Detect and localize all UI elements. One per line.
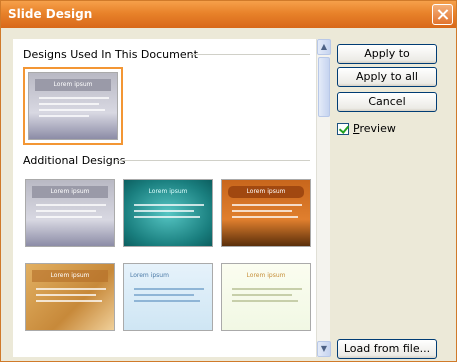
thumbnail-title: Lorem ipsum — [148, 188, 188, 195]
text-line — [36, 216, 102, 218]
thumbnail-title: Lorem ipsum — [228, 186, 304, 198]
section-heading-additional: Additional Designs — [23, 154, 126, 167]
scrollbar-thumb[interactable] — [318, 57, 330, 117]
title-bar: Slide Design — [1, 1, 456, 28]
design-thumbnail[interactable]: Lorem ipsum — [221, 179, 311, 247]
design-thumbnail[interactable]: Lorem ipsum — [25, 179, 115, 247]
text-line — [36, 210, 96, 212]
text-line — [39, 109, 105, 111]
thumbnail-title: Lorem ipsum — [32, 186, 108, 198]
window-title: Slide Design — [8, 7, 93, 21]
text-line — [232, 204, 302, 206]
text-line — [134, 300, 200, 302]
text-line — [36, 300, 102, 302]
design-thumbnail[interactable]: Lorem ipsum — [25, 263, 115, 331]
thumbnail-title: Lorem ipsum — [35, 79, 111, 91]
apply-to-all-button[interactable]: Apply to all — [337, 67, 437, 87]
text-line — [36, 204, 106, 206]
text-line — [134, 216, 200, 218]
apply-to-selection-button[interactable]: Apply to selection — [337, 44, 437, 78]
thumbnail-title: Lorem ipsum — [130, 272, 169, 279]
text-line — [232, 294, 292, 296]
text-line — [36, 294, 96, 296]
design-thumbnail[interactable]: Lorem ipsum — [221, 263, 311, 331]
thumbnail-title: Lorem ipsum — [32, 270, 108, 282]
text-line — [134, 288, 204, 290]
text-line — [39, 103, 99, 105]
scroll-up-button[interactable]: ▲ — [317, 39, 331, 55]
divider — [190, 54, 310, 55]
text-line — [232, 288, 302, 290]
design-thumbnail[interactable]: Lorem ipsum — [123, 263, 213, 331]
design-thumbnail-current[interactable]: Lorem ipsum — [23, 67, 123, 145]
design-thumbnail[interactable]: Lorem ipsum — [123, 179, 213, 247]
text-line — [232, 210, 292, 212]
preview-label[interactable]: Preview — [353, 122, 396, 135]
chevron-up-icon: ▲ — [320, 42, 328, 51]
design-gallery: Designs Used In This Document Lorem ipsu… — [13, 39, 316, 357]
text-line — [36, 288, 106, 290]
chevron-down-icon: ▼ — [320, 344, 328, 353]
text-line — [232, 300, 298, 302]
gallery-scrollbar[interactable]: ▲ ▼ — [316, 39, 331, 357]
slide-design-dialog: Slide Design Designs Used In This Docume… — [0, 0, 457, 362]
load-from-file-button[interactable]: Load from file... — [337, 339, 437, 359]
text-line — [134, 294, 194, 296]
text-line — [39, 115, 89, 117]
text-line — [134, 204, 204, 206]
preview-checkbox[interactable] — [337, 123, 349, 135]
text-line — [134, 210, 194, 212]
divider — [116, 160, 310, 161]
close-icon[interactable] — [432, 4, 453, 25]
section-heading-used: Designs Used In This Document — [23, 48, 198, 61]
text-line — [232, 216, 298, 218]
text-line — [39, 97, 109, 99]
thumbnail-title: Lorem ipsum — [246, 272, 286, 279]
cancel-button[interactable]: Cancel — [337, 92, 437, 112]
scroll-down-button[interactable]: ▼ — [317, 341, 331, 357]
